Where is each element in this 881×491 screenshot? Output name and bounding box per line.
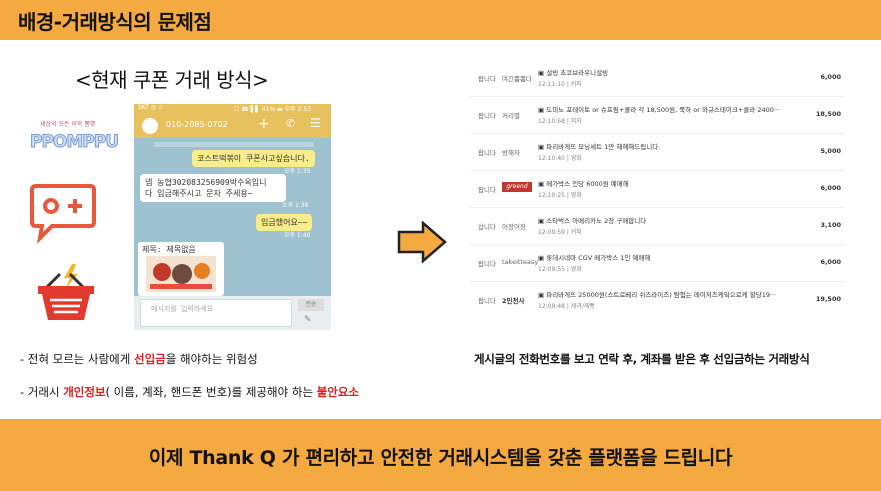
attach-icon[interactable]: ✎ — [304, 315, 312, 325]
date-divider — [154, 142, 314, 147]
message-bubble: 입금했어요~~ — [256, 214, 313, 231]
board-row[interactable]: 삽니다 어장어장 ▣ 스타벅스 아메리카노 2장 구매합니다 12:09:59 … — [470, 208, 845, 245]
board-row[interactable]: 팝니다 여긴뽐뽐다 ▣ 설빙 초코브라우니설빙 12:11:10 | 커피 6,… — [470, 60, 845, 97]
phone-status-bar: SKT ◎ ☆ ☐ ☎ ▌▌ 41% ▬ 오후 2:53 — [134, 104, 331, 114]
message-input-area: 메시지를 입력하세요 전송 ✎ — [134, 296, 331, 330]
board-row[interactable]: 팝니다 방해자 ▣ 파리바게뜨 모닝세트 1만 헤헤해드립니다. 12:10:4… — [470, 134, 845, 171]
board-row[interactable]: 팝니다 takeitteasy ▣ 롯데시네마 CGV 메가박스 1인 예매해 … — [470, 245, 845, 282]
section-subtitle: <현재 쿠폰 거래 방식> — [75, 68, 269, 92]
risk-bullet-prepayment: - 전혀 모르는 사람에게 선입금을 해야하는 위험성 — [20, 352, 258, 366]
message-time: 오후 1:40 — [284, 232, 311, 239]
card-title: 제목: 제목없음 — [142, 245, 196, 254]
right-arrow-icon — [397, 221, 447, 263]
basket-icon — [38, 264, 94, 320]
message-input[interactable]: 메시지를 입력하세요 — [140, 299, 292, 327]
board-row[interactable]: 팝니다 커리별 ▣ 도미노 포테이토 or 슈프림+콜라 각 18,500원, … — [470, 97, 845, 134]
coupon-card: 제목: 제목없음 — [138, 242, 224, 296]
status-left: SKT ◎ ☆ — [138, 104, 164, 111]
message-time: 오후 1:36 — [282, 202, 309, 209]
phone-chat-screenshot: SKT ◎ ☆ ☐ ☎ ▌▌ 41% ▬ 오후 2:53 010-2085-07… — [134, 104, 331, 330]
ppomppu-tagline: 세상의 모든 이득 뽐뿌 — [40, 121, 96, 128]
menu-icon[interactable]: ☰ — [310, 116, 321, 130]
send-button[interactable]: 전송 — [298, 299, 324, 311]
add-contact-icon[interactable]: + — [258, 116, 270, 132]
page-title: 배경-거래방식의 문제점 — [18, 10, 212, 34]
food-image — [150, 263, 212, 289]
contact-number: 010-2085-0702 — [166, 120, 228, 129]
board-row[interactable]: 팝니다 greend ▣ 메가박스 인당 6000원 예매해 12:10:25 … — [470, 171, 845, 208]
chat-plus-icon — [30, 184, 96, 244]
seller-badge: greend — [502, 182, 532, 192]
risk-bullet-personal-info: - 거래시 개인정보( 이름, 계좌, 핸드폰 번호)를 제공해야 하는 불안요… — [20, 385, 360, 399]
avatar — [142, 118, 158, 134]
coupon-image — [146, 256, 216, 292]
message-bubble: 넵 농협302083256909박수옥입니 다 입금해주시고 문자 주세용~ — [140, 174, 286, 202]
message-bubble: 코스트떡볶이 쿠폰사고싶습니다. — [192, 150, 315, 167]
message-time: 오후 1:35 — [284, 168, 311, 175]
phone-header — [134, 114, 331, 138]
status-right: ☐ ☎ ▌▌ 41% ▬ 오후 2:53 — [234, 106, 312, 113]
board-row[interactable]: 팝니다 2민천사 ▣ 파리바게뜨 25000원(스트로베리 쉬즈라이즈) 탐험는… — [470, 282, 845, 318]
ppomppu-logo: PPOMPPU — [29, 132, 119, 153]
board-caption: 게시글의 전화번호를 보고 연락 후, 계좌를 받은 후 선입금하는 거래방식 — [474, 352, 810, 366]
coupon-board-screenshot: 팝니다 여긴뽐뽐다 ▣ 설빙 초코브라우니설빙 12:11:10 | 커피 6,… — [470, 60, 845, 315]
footer-message: 이제 Thank Q 가 편리하고 안전한 거래시스템을 갖춘 플랫폼을 드립니… — [148, 447, 733, 469]
phone-call-icon[interactable]: ✆ — [286, 117, 295, 130]
